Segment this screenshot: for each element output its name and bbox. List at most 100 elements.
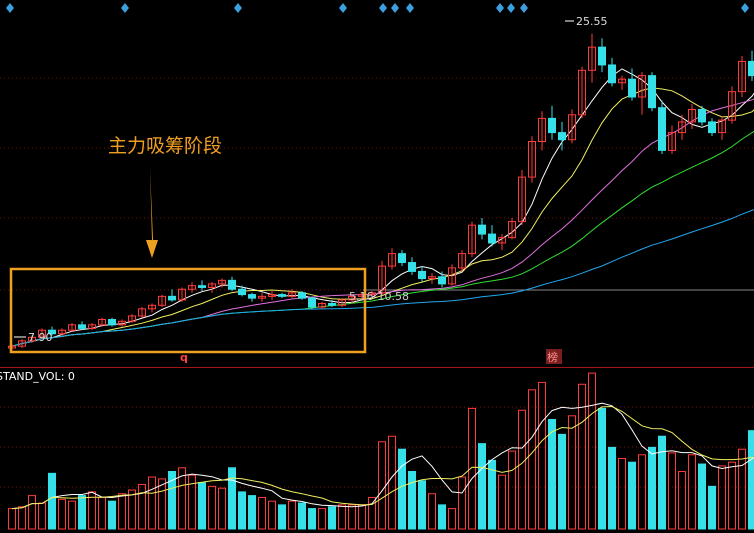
volume-bar-up	[68, 500, 76, 530]
candle-body	[438, 276, 446, 285]
up-candle	[738, 56, 746, 97]
volume-bar-up	[688, 454, 696, 530]
down-candle	[308, 296, 316, 309]
candle-body	[398, 253, 406, 264]
up-candle	[428, 273, 436, 284]
stock-chart: 主力吸筹阶段 25.55 7.90 5.16-10.58 q 榜 STAND_V…	[0, 3, 754, 530]
candle-body	[648, 75, 656, 109]
candle-body	[628, 78, 636, 98]
volume-bar-up	[358, 504, 366, 530]
volume-bar-down	[558, 433, 566, 530]
volume-bar-down	[698, 463, 706, 530]
volume-bar-up	[368, 496, 376, 530]
volume-bar-up	[638, 454, 646, 530]
volume-bar-down	[308, 508, 316, 530]
volume-bar-up	[618, 457, 626, 530]
volume-bar-up	[268, 500, 276, 530]
event-marker-icon	[496, 3, 504, 13]
candle-body	[408, 262, 416, 272]
volume-ma5-line	[11, 402, 754, 510]
event-marker-icon	[6, 3, 14, 13]
down-candle	[78, 321, 86, 331]
up-candle	[68, 323, 76, 332]
volume-bar-up	[518, 409, 526, 530]
event-marker-icon	[520, 3, 528, 13]
down-candle	[608, 57, 616, 87]
candle-body	[608, 64, 616, 84]
up-candle	[388, 248, 396, 270]
candle-body	[598, 46, 606, 66]
volume-bar-up	[18, 506, 26, 530]
down-candle	[548, 105, 556, 140]
volume-bar-up	[218, 487, 226, 530]
down-candle	[478, 218, 486, 240]
volume-bar-up	[318, 508, 326, 530]
down-candle	[398, 250, 406, 267]
up-candle	[528, 136, 536, 183]
ma20-line	[11, 98, 754, 347]
ma10-line	[11, 87, 754, 347]
volume-bar-up	[578, 383, 586, 530]
up-candle	[128, 314, 136, 324]
down-candle	[108, 317, 116, 327]
up-candle	[178, 287, 186, 302]
down-candle	[748, 50, 754, 81]
volume-bar-up	[58, 498, 66, 530]
volume-bar-up	[498, 474, 506, 530]
candle-body	[238, 288, 246, 296]
volume-bar-down	[748, 430, 754, 530]
volume-bar-up	[508, 450, 516, 530]
candle-body	[78, 324, 86, 329]
down-candle	[198, 280, 206, 292]
volume-bar-up	[98, 496, 106, 530]
up-candle	[538, 111, 546, 151]
candle-body	[248, 294, 256, 299]
up-candle	[588, 33, 596, 83]
down-candle	[648, 72, 656, 112]
volume-bar-down	[398, 448, 406, 530]
up-candle	[268, 291, 276, 300]
down-candle	[488, 225, 496, 247]
event-marker-icon	[379, 3, 387, 13]
volume-bar-up	[8, 508, 16, 530]
volume-bar-up	[138, 483, 146, 530]
volume-bar-up	[378, 441, 386, 530]
volume-bar-up	[348, 504, 356, 530]
volume-bar-down	[608, 446, 616, 530]
volume-bar-down	[408, 470, 416, 530]
volume-bar-up	[148, 476, 156, 530]
volume-bars	[8, 372, 754, 530]
ma5-line	[11, 68, 754, 347]
volume-bar-up	[288, 500, 296, 530]
candle-body	[558, 132, 566, 141]
down-candle	[408, 257, 416, 275]
volume-bar-down	[708, 485, 716, 530]
candle-body	[708, 121, 716, 134]
volume-bar-up	[678, 470, 686, 530]
volume-bar-down	[648, 446, 656, 530]
volume-bar-up	[128, 489, 136, 530]
volume-bar-down	[198, 482, 206, 530]
down-candle	[418, 266, 426, 283]
volume-bar-up	[388, 435, 396, 530]
moving-average-lines	[11, 68, 754, 347]
up-candle	[678, 114, 686, 140]
up-candle	[668, 125, 676, 154]
up-candle	[518, 169, 526, 226]
range-label: 5.16-10.58	[349, 290, 409, 303]
candle-body	[488, 233, 496, 244]
volume-bar-up	[458, 476, 466, 530]
volume-indicator-label: STAND_VOL: 0	[0, 370, 75, 383]
volume-bar-down	[598, 407, 606, 530]
candle-body	[658, 107, 666, 151]
volume-bar-up	[738, 448, 746, 530]
volume-bar-down	[418, 480, 426, 530]
up-candle	[468, 221, 476, 258]
volume-bar-down	[298, 502, 306, 530]
up-candle	[508, 218, 516, 240]
event-marker-icon	[406, 3, 414, 13]
volume-bar-up	[568, 415, 576, 530]
low-price-label: 7.90	[28, 331, 53, 344]
up-candle	[718, 116, 726, 140]
candle-body	[328, 302, 336, 306]
